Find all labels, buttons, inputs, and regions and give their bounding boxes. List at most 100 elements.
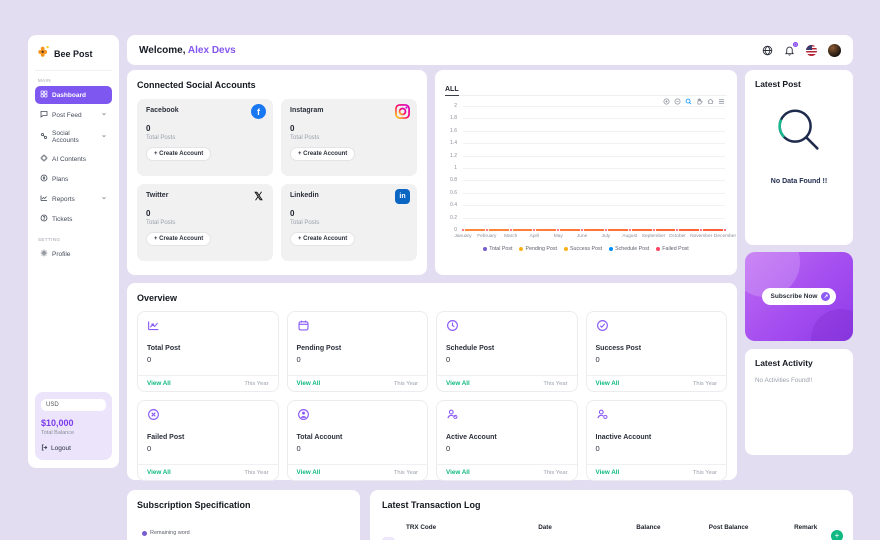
balance-card: USD $10,000 Total Balance Logout [35, 392, 112, 460]
subscribe-now-label: Subscribe Now [771, 293, 818, 300]
latest-activity-card: Latest Activity No Activities Found!! [745, 349, 853, 455]
account-total-posts-value: 0 [146, 209, 264, 218]
period-label: This Year [543, 381, 567, 387]
welcome-label: Welcome, [139, 45, 186, 56]
overview-tile-total-account: Total Account 0 View All This Year [287, 400, 429, 481]
notification-bell-icon[interactable]: 0 [784, 45, 795, 56]
tickets-icon [40, 214, 48, 224]
latest-activity-title: Latest Activity [755, 358, 843, 368]
subscribe-now-button[interactable]: Subscribe Now ↗ [762, 288, 837, 305]
logout-icon [41, 444, 48, 453]
view-all-link[interactable]: View All [147, 380, 171, 387]
sidebar-item-profile[interactable]: Profile [35, 245, 112, 263]
social-account-tile-facebook: Facebook f 0 Total Posts + Create Accoun… [137, 99, 273, 176]
overview-tile-success-post: Success Post 0 View All This Year [586, 311, 728, 392]
legend-item[interactable]: Failed Post [656, 246, 689, 252]
legend-dot-icon [142, 531, 147, 536]
account-name: Facebook [146, 107, 264, 114]
connected-social-accounts-card: Connected Social Accounts Facebook f 0 T… [127, 70, 427, 275]
view-all-link[interactable]: View All [147, 469, 171, 476]
create-account-button[interactable]: + Create Account [290, 147, 355, 161]
account-total-posts-label: Total Posts [290, 135, 408, 141]
arrow-up-right-icon: ↗ [821, 292, 830, 301]
create-account-button[interactable]: + Create Account [146, 147, 211, 161]
sidebar-item-post-feed[interactable]: Post Feed [35, 106, 112, 124]
account-name: Instagram [290, 107, 408, 114]
legend-label: Remaining word [150, 530, 190, 536]
latest-transaction-log-card: Latest Transaction Log TRX Code Date Bal… [370, 490, 853, 540]
period-label: This Year [693, 470, 717, 476]
view-all-link[interactable]: View All [297, 469, 321, 476]
sidebar-item-label: Social Accounts [52, 130, 97, 144]
globe-icon[interactable] [762, 45, 773, 56]
user-avatar[interactable] [828, 44, 841, 57]
legend-item[interactable]: Pending Post [519, 246, 557, 252]
view-all-link[interactable]: View All [596, 380, 620, 387]
welcome-text: Welcome, Alex Devs [139, 45, 236, 56]
view-all-link[interactable]: View All [596, 469, 620, 476]
chart-series-line [463, 229, 725, 231]
column-trx-code: TRX Code [382, 524, 538, 531]
account-total-posts-label: Total Posts [290, 220, 408, 226]
chart-line-icon [147, 319, 160, 336]
social-account-tile-twitter: Twitter 𝕏 0 Total Posts + Create Account [137, 184, 273, 261]
welcome-username: Alex Devs [188, 45, 236, 56]
overview-title: Overview [137, 293, 727, 303]
overview-tile-title: Schedule Post [446, 345, 568, 352]
chart-plot-area[interactable] [463, 106, 725, 230]
reports-icon [40, 194, 48, 204]
sidebar-item-dashboard[interactable]: Dashboard [35, 86, 112, 104]
social-section-title: Connected Social Accounts [137, 80, 417, 90]
sidebar-item-label: Post Feed [52, 112, 82, 119]
sidebar-item-ai-contents[interactable]: AI Contents [35, 150, 112, 168]
facebook-icon: f [251, 104, 266, 119]
logout-button[interactable]: Logout [41, 444, 106, 453]
currency-select[interactable]: USD [41, 399, 106, 411]
view-all-link[interactable]: View All [297, 380, 321, 387]
view-all-link[interactable]: View All [446, 380, 470, 387]
legend-item[interactable]: Success Post [564, 246, 602, 252]
sidebar-section-main: MAIN [38, 78, 109, 83]
latest-post-title: Latest Post [755, 79, 843, 89]
overview-tile-value: 0 [297, 355, 419, 364]
view-all-link[interactable]: View All [446, 469, 470, 476]
sidebar-item-tickets[interactable]: Tickets [35, 210, 112, 228]
legend-item[interactable]: Total Post [483, 246, 512, 252]
account-total-posts-value: 0 [290, 209, 408, 218]
overview-tile-value: 0 [446, 444, 568, 453]
overview-tile-value: 0 [147, 355, 269, 364]
chart-y-axis: 21.81.61.41.210.80.60.40.20 [443, 106, 459, 230]
account-total-posts-label: Total Posts [146, 220, 264, 226]
sidebar-item-label: Plans [52, 176, 68, 183]
twitter-x-icon: 𝕏 [251, 189, 266, 204]
overview-tile-inactive-account: Inactive Account 0 View All This Year [586, 400, 728, 481]
chart-tab-all[interactable]: ALL [445, 86, 459, 96]
language-flag-icon[interactable] [806, 45, 817, 56]
social-accounts-icon [40, 132, 48, 142]
column-post-balance: Post Balance [709, 524, 794, 531]
overview-tile-pending-post: Pending Post 0 View All This Year [287, 311, 429, 392]
brand-name: Bee Post [54, 49, 93, 59]
subscription-spec-legend: Remaining word [142, 530, 350, 536]
instagram-icon [395, 104, 410, 124]
brand-logo: Bee Post [35, 43, 112, 71]
total-balance-amount: $10,000 [41, 418, 106, 428]
period-label: This Year [394, 470, 418, 476]
chevron-down-icon [101, 111, 107, 119]
create-account-button[interactable]: + Create Account [290, 232, 355, 246]
sidebar-item-plans[interactable]: Plans [35, 170, 112, 188]
calendar-icon [297, 319, 310, 336]
no-data-message: No Data Found !! [771, 178, 827, 185]
chart-legend: Total Post Pending Post Success Post Schedu… [435, 246, 737, 252]
sidebar-item-label: Dashboard [52, 92, 86, 99]
sidebar-item-reports[interactable]: Reports [35, 190, 112, 208]
overview-tile-title: Total Post [147, 345, 269, 352]
account-total-posts-value: 0 [290, 124, 408, 133]
overview-tile-title: Failed Post [147, 434, 269, 441]
add-transaction-button[interactable]: + [831, 530, 843, 540]
period-label: This Year [693, 381, 717, 387]
legend-item[interactable]: Schedule Post [609, 246, 649, 252]
sidebar-item-social-accounts[interactable]: Social Accounts [35, 126, 112, 148]
column-date: Date [538, 524, 636, 531]
create-account-button[interactable]: + Create Account [146, 232, 211, 246]
